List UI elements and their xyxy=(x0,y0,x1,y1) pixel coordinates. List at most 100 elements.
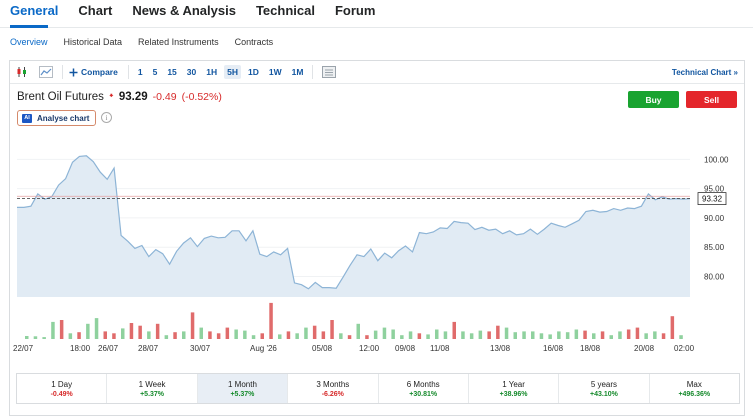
interval-15min[interactable]: 15 xyxy=(164,65,179,79)
interval-1h[interactable]: 1H xyxy=(203,65,220,79)
volume-bar xyxy=(25,336,29,339)
buy-button[interactable]: Buy xyxy=(628,91,679,108)
interval-5min[interactable]: 5 xyxy=(150,65,161,79)
volume-bar xyxy=(234,329,238,339)
volume-bar xyxy=(539,333,544,339)
table-view-icon[interactable] xyxy=(322,65,337,79)
volume-bar xyxy=(583,330,587,339)
x-tick-label: 18:00 xyxy=(70,344,91,353)
volume-bar xyxy=(679,335,683,339)
perf-5-years[interactable]: 5 years +43.10% xyxy=(559,374,650,403)
perf-period-value: +38.96% xyxy=(499,390,528,398)
volume-bar xyxy=(417,333,422,339)
volume-bar xyxy=(626,329,631,339)
volume-bar xyxy=(190,312,195,339)
candlestick-icon[interactable] xyxy=(15,65,29,79)
perf-1-week[interactable]: 1 Week +5.37% xyxy=(107,374,198,403)
volume-bar xyxy=(504,327,509,339)
volume-bar xyxy=(243,330,247,339)
analyse-chart-button[interactable]: AI Analyse chart xyxy=(17,110,96,126)
volume-bar xyxy=(42,337,46,339)
volume-bar xyxy=(312,325,317,339)
plus-icon xyxy=(69,68,78,76)
interval-5h[interactable]: 5H xyxy=(224,65,241,79)
x-tick-label: 20/08 xyxy=(634,344,655,353)
volume-bar xyxy=(216,333,221,339)
sell-button[interactable]: Sell xyxy=(686,91,737,108)
volume-bar xyxy=(531,331,535,339)
compare-button[interactable]: Compare xyxy=(69,67,118,77)
tab-chart[interactable]: Chart xyxy=(78,0,112,28)
volume-bar xyxy=(68,333,73,339)
volume-bar xyxy=(478,330,483,339)
current-price-value: 93.32 xyxy=(702,195,723,204)
interval-1m[interactable]: 1M xyxy=(289,65,307,79)
volume-bar xyxy=(618,331,622,339)
tab-news-analysis[interactable]: News & Analysis xyxy=(132,0,236,28)
perf-1-day[interactable]: 1 Day -0.49% xyxy=(17,374,108,403)
tab-forum[interactable]: Forum xyxy=(335,0,375,28)
volume-bar xyxy=(182,331,186,339)
perf-1-month[interactable]: 1 Month +5.37% xyxy=(197,374,289,403)
x-tick-label: 13/08 xyxy=(490,344,511,353)
interval-30min[interactable]: 30 xyxy=(184,65,199,79)
x-tick-label: 26/07 xyxy=(98,344,119,353)
volume-bar xyxy=(33,336,38,339)
x-tick-label: 09/08 xyxy=(395,344,416,353)
volume-bar xyxy=(155,323,160,339)
price-change: -0.49 xyxy=(152,91,177,103)
last-price: 93.29 xyxy=(118,91,148,103)
perf-period-label: 1 Day xyxy=(51,379,73,389)
area-chart-icon[interactable] xyxy=(39,65,53,79)
volume-bar xyxy=(391,329,395,339)
perf-max[interactable]: Max +496.36% xyxy=(650,374,739,403)
info-icon[interactable]: i xyxy=(101,112,112,123)
volume-bar xyxy=(339,333,343,339)
price-chart[interactable]: Investing.com80.0085.0090.0095.00100.009… xyxy=(10,129,744,371)
perf-period-label: 1 Month xyxy=(227,379,257,389)
volume-bar xyxy=(59,320,64,339)
perf-period-label: Max xyxy=(686,379,702,389)
volume-bar xyxy=(469,333,474,339)
instrument-header: Brent Oil Futures 🠻 93.29 -0.49 (-0.52%) xyxy=(17,90,222,104)
tab-overview[interactable]: Overview xyxy=(10,36,48,49)
technical-chart-link[interactable]: Technical Chart » xyxy=(672,68,738,77)
y-tick-label: 80.00 xyxy=(704,273,725,282)
interval-1d[interactable]: 1D xyxy=(245,65,262,79)
volume-bar xyxy=(408,331,413,339)
main-tabs: General Chart News & Analysis Technical … xyxy=(10,0,375,28)
analyse-chart-label: Analyse chart xyxy=(37,113,90,123)
volume-bar xyxy=(565,332,570,339)
perf-period-label: 5 years xyxy=(590,379,618,389)
volume-bar xyxy=(461,331,465,339)
tab-technical[interactable]: Technical xyxy=(256,0,315,28)
x-tick-label: 12:00 xyxy=(359,344,380,353)
volume-bar xyxy=(435,329,439,339)
volume-bar xyxy=(356,323,360,339)
perf-3-months[interactable]: 3 Months -6.26% xyxy=(288,374,379,403)
sub-tabs: Overview Historical Data Related Instrum… xyxy=(10,36,273,49)
interval-1min[interactable]: 1 xyxy=(135,65,146,79)
volume-bar xyxy=(304,327,308,339)
perf-1-year[interactable]: 1 Year +38.96% xyxy=(469,374,560,403)
perf-6-months[interactable]: 6 Months +30.81% xyxy=(379,374,469,403)
tab-related-instruments[interactable]: Related Instruments xyxy=(138,36,219,49)
volume-bar xyxy=(103,331,107,339)
perf-period-value: +43.10% xyxy=(590,390,618,398)
price-change-percent: (-0.52%) xyxy=(181,91,222,103)
volume-bar xyxy=(592,333,596,339)
x-tick-label: Aug '26 xyxy=(250,344,277,353)
interval-1w[interactable]: 1W xyxy=(266,65,285,79)
price-area xyxy=(17,155,690,297)
tab-general[interactable]: General xyxy=(10,0,58,28)
ai-icon: AI xyxy=(22,113,32,123)
tab-contracts[interactable]: Contracts xyxy=(235,36,274,49)
tab-historical-data[interactable]: Historical Data xyxy=(64,36,123,49)
x-tick-label: 11/08 xyxy=(430,344,450,353)
volume-bar xyxy=(426,334,430,339)
y-tick-label: 85.00 xyxy=(704,243,725,252)
volume-bar xyxy=(522,331,526,339)
volume-bar xyxy=(557,331,561,339)
volume-bar xyxy=(251,335,256,339)
x-tick-label: 22/07 xyxy=(13,344,34,353)
